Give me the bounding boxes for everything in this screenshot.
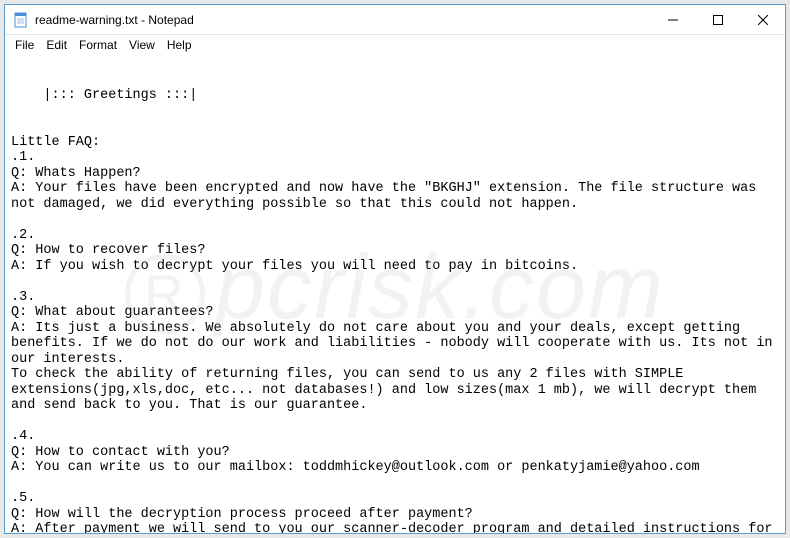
menu-file[interactable]: File <box>9 37 40 53</box>
titlebar: readme-warning.txt - Notepad <box>5 5 785 35</box>
window-controls <box>650 5 785 34</box>
minimize-button[interactable] <box>650 5 695 34</box>
menubar: File Edit Format View Help <box>5 35 785 55</box>
text-area[interactable]: Rpcrisk.com |::: Greetings :::| Little F… <box>5 55 785 533</box>
window-title: readme-warning.txt - Notepad <box>35 13 650 27</box>
menu-edit[interactable]: Edit <box>40 37 73 53</box>
menu-format[interactable]: Format <box>73 37 123 53</box>
menu-view[interactable]: View <box>123 37 161 53</box>
document-text: |::: Greetings :::| Little FAQ: .1. Q: W… <box>11 88 781 533</box>
menu-help[interactable]: Help <box>161 37 198 53</box>
maximize-button[interactable] <box>695 5 740 34</box>
notepad-window: readme-warning.txt - Notepad File Edit F… <box>4 4 786 534</box>
close-button[interactable] <box>740 5 785 34</box>
notepad-icon <box>13 12 29 28</box>
